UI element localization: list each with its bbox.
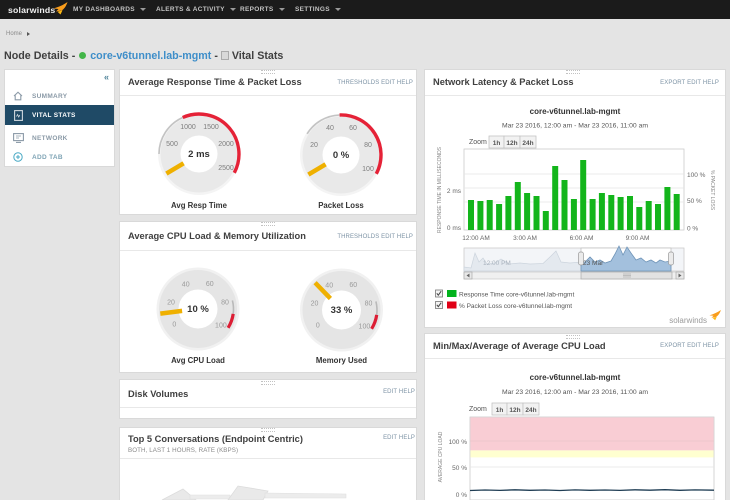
svg-text:2500: 2500 [218,165,234,172]
svg-text:2 ms: 2 ms [447,188,462,195]
svg-text:80: 80 [364,142,372,149]
svg-text:AVERAGE CPU LOAD: AVERAGE CPU LOAD [438,431,444,482]
svg-text:3:00 AM: 3:00 AM [513,235,537,242]
svg-text:40: 40 [326,125,334,132]
svg-text:80: 80 [365,300,373,307]
svg-text:% PACKET LOSS: % PACKET LOSS [709,170,715,211]
svg-text:solarwinds: solarwinds [669,316,707,325]
svg-text:Response Time core-v6tunnel.la: Response Time core-v6tunnel.lab-mgmt [459,292,574,299]
svg-text:9:00 AM: 9:00 AM [626,235,650,242]
svg-text:6:00 AM: 6:00 AM [570,235,594,242]
svg-text:core-v6tunnel.lab-mgmt: core-v6tunnel.lab-mgmt [530,373,621,382]
svg-text:60: 60 [349,125,357,132]
svg-text:20: 20 [311,300,319,307]
svg-text:Mar 23 2016, 12:00 am - Mar 23: Mar 23 2016, 12:00 am - Mar 23 2016, 11:… [502,389,648,396]
svg-text:60: 60 [206,281,214,288]
svg-text:1500: 1500 [203,124,219,131]
svg-text:% Packet Loss core-v6tunnel.la: % Packet Loss core-v6tunnel.lab-mgmt [459,303,572,310]
svg-text:500: 500 [166,141,178,148]
svg-text:80: 80 [221,299,229,306]
svg-text:10 %: 10 % [187,304,209,315]
svg-text:Zoom: Zoom [469,406,487,413]
svg-text:0 %: 0 % [456,492,467,499]
svg-text:0 %: 0 % [687,226,698,233]
svg-text:1h: 1h [496,407,504,414]
svg-text:0 ms: 0 ms [447,225,462,232]
svg-text:100 %: 100 % [449,439,468,446]
svg-text:Packet Loss: Packet Loss [318,201,364,210]
svg-text:12h: 12h [509,407,520,414]
svg-text:40: 40 [182,281,190,288]
svg-text:2000: 2000 [218,141,234,148]
svg-text:12:00 AM: 12:00 AM [462,235,489,242]
svg-text:2 ms: 2 ms [188,149,210,160]
svg-text:100 %: 100 % [687,172,706,179]
svg-text:Mar 23 2016, 12:00 am - Mar 23: Mar 23 2016, 12:00 am - Mar 23 2016, 11:… [502,123,648,130]
svg-text:Avg CPU Load: Avg CPU Load [171,356,225,365]
svg-text:core-v6tunnel.lab-mgmt: core-v6tunnel.lab-mgmt [530,107,621,116]
svg-text:100: 100 [362,166,374,173]
svg-text:24h: 24h [525,407,536,414]
svg-text:Memory Used: Memory Used [316,356,367,365]
svg-text:50 %: 50 % [452,465,467,472]
svg-text:0 %: 0 % [333,150,350,161]
svg-text:0: 0 [172,321,176,328]
svg-text:0: 0 [316,322,320,329]
svg-text:24h: 24h [522,140,533,147]
svg-text:100: 100 [359,324,371,331]
svg-text:50 %: 50 % [687,198,702,205]
svg-text:60: 60 [349,282,357,289]
svg-text:100: 100 [215,323,227,330]
svg-text:40: 40 [325,282,333,289]
svg-text:12:00 PM: 12:00 PM [483,260,511,267]
svg-text:23 Mar: 23 Mar [583,260,604,267]
svg-text:33 %: 33 % [331,305,353,316]
svg-text:Zoom: Zoom [469,139,487,146]
svg-text:RESPONSE TIME IN MILLISECONDS: RESPONSE TIME IN MILLISECONDS [437,146,443,233]
svg-text:Avg Resp Time: Avg Resp Time [171,201,228,210]
svg-text:1h: 1h [493,140,501,147]
svg-text:20: 20 [310,142,318,149]
svg-text:12h: 12h [506,140,517,147]
svg-text:20: 20 [167,299,175,306]
svg-text:1000: 1000 [180,124,196,131]
